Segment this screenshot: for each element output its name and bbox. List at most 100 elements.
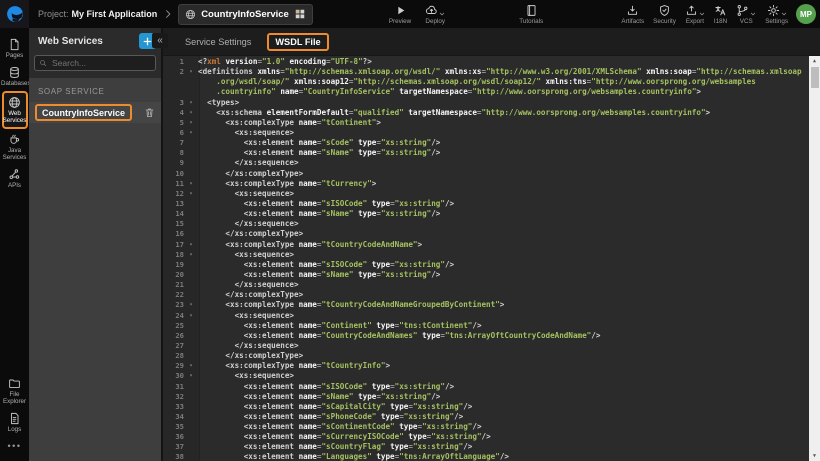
fold-spacer: [184, 442, 198, 452]
code-line: .countryinfo" name="CountryInfoService" …: [163, 87, 809, 97]
branch-icon: [736, 4, 749, 17]
fold-spacer: [184, 432, 198, 442]
topbar-action-security[interactable]: Security: [653, 3, 676, 25]
topbar-action-deploy[interactable]: Deploy: [425, 3, 445, 25]
panel-title: Web Services: [38, 36, 139, 47]
topbar-action-export[interactable]: Export: [685, 3, 705, 25]
wavemaker-logo-icon[interactable]: [0, 0, 29, 28]
topbar-action-settings[interactable]: Settings: [765, 3, 788, 25]
scroll-down-icon[interactable]: ▼: [809, 451, 820, 461]
service-list-item-countryinfoservice[interactable]: CountryInfoService: [29, 102, 161, 123]
service-tab-label: CountryInfoService: [201, 9, 289, 20]
line-number: 28: [163, 351, 184, 361]
file-text-icon: [8, 412, 21, 425]
fold-marker-icon[interactable]: ▾: [184, 118, 198, 128]
code-line: 19 <xs:element name="sISOCode" type="xs:…: [163, 260, 809, 270]
line-number: 26: [163, 331, 184, 341]
sidebar-item-web-services[interactable]: Web Services: [2, 91, 28, 128]
line-number: 17: [163, 240, 184, 250]
editor-tabbar: Service Settings WSDL File: [163, 28, 820, 56]
tab-service-settings[interactable]: Service Settings: [185, 37, 251, 47]
code-line: 23▾ <xs:complexType name="tCountryCodeAn…: [163, 300, 809, 310]
fold-spacer: [184, 148, 198, 158]
line-number: 29: [163, 361, 184, 371]
line-number: 9: [163, 158, 184, 168]
code-line: 34 <xs:element name="sPhoneCode" type="x…: [163, 412, 809, 422]
sidebar: PagesDatabasesWeb ServicesJava ServicesA…: [0, 28, 29, 461]
fold-marker-icon[interactable]: ▾: [184, 67, 198, 77]
topbar-action-vcs[interactable]: VCS: [736, 3, 756, 25]
code-line: 7 <xs:element name="sCode" type="xs:stri…: [163, 138, 809, 148]
service-search[interactable]: [34, 55, 156, 71]
fold-marker-icon[interactable]: ▾: [184, 311, 198, 321]
grid-icon[interactable]: [294, 8, 306, 20]
fold-spacer: [184, 158, 198, 168]
topbar-action-preview[interactable]: Preview: [389, 3, 411, 25]
fold-marker-icon[interactable]: ▾: [184, 300, 198, 310]
line-number: 33: [163, 402, 184, 412]
translate-icon: [714, 4, 727, 17]
wsdl-code-editor[interactable]: 1<?xml version="1.0" encoding="UTF-8"?> 2…: [163, 56, 820, 461]
code-line: 1<?xml version="1.0" encoding="UTF-8"?>: [163, 57, 809, 67]
fold-spacer: [184, 392, 198, 402]
caret-down-icon: [750, 11, 756, 17]
line-number: 4: [163, 108, 184, 118]
fold-marker-icon[interactable]: ▾: [184, 250, 198, 260]
code-line: 10 </xs:complexType>: [163, 169, 809, 179]
line-number: 18: [163, 250, 184, 260]
scrollbar-thumb[interactable]: [811, 67, 819, 88]
code-line: .org/wsdl/soap/" xmlns:soap12="http://sc…: [163, 77, 809, 87]
panel-header: Web Services: [29, 28, 161, 78]
sidebar-item-file-explorer[interactable]: File Explorer: [1, 374, 28, 407]
sidebar-item-databases[interactable]: Databases: [1, 63, 28, 89]
topbar-action-tutorials[interactable]: Tutorials: [519, 3, 543, 25]
fold-marker-icon[interactable]: ▾: [184, 179, 198, 189]
code-line: 33 <xs:element name="sCapitalCity" type=…: [163, 402, 809, 412]
fold-spacer: [184, 290, 198, 300]
code-line: 14 <xs:element name="sName" type="xs:str…: [163, 209, 809, 219]
scroll-up-icon[interactable]: ▲: [809, 56, 820, 66]
line-number: 31: [163, 382, 184, 392]
line-number: 23: [163, 300, 184, 310]
sidebar-item-apis[interactable]: APIs: [1, 165, 28, 191]
line-number: 22: [163, 290, 184, 300]
topbar-actions-left: Preview Deploy Tutorials: [389, 3, 543, 25]
fold-marker-icon[interactable]: ▾: [184, 371, 198, 381]
sidebar-item-pages[interactable]: Pages: [1, 35, 28, 61]
sidebar-item-java-services[interactable]: Java Services: [1, 130, 28, 163]
search-input[interactable]: [50, 57, 144, 69]
editor-scrollbar[interactable]: ▲ ▼: [809, 56, 820, 461]
code-line: 27 </xs:sequence>: [163, 341, 809, 351]
fold-marker-icon[interactable]: ▾: [184, 189, 198, 199]
fold-spacer: [184, 321, 198, 331]
topbar-action-i18n[interactable]: I18N: [714, 3, 727, 25]
line-number: 13: [163, 199, 184, 209]
tab-wsdl-file[interactable]: WSDL File: [267, 33, 328, 51]
service-tab[interactable]: CountryInfoService: [178, 4, 313, 25]
code-line: 29▾ <xs:complexType name="tCountryInfo">: [163, 361, 809, 371]
code-line: 28 </xs:complexType>: [163, 351, 809, 361]
code-line: 18▾ <xs:sequence>: [163, 250, 809, 260]
trash-icon[interactable]: [144, 107, 155, 118]
book-icon: [525, 4, 538, 17]
fold-marker-icon[interactable]: ▾: [184, 98, 198, 108]
fold-spacer: [184, 87, 198, 97]
line-number: 12: [163, 189, 184, 199]
code-line: 36 <xs:element name="sCurrencyISOCode" t…: [163, 432, 809, 442]
fold-marker-icon[interactable]: ▾: [184, 240, 198, 250]
sidebar-item-logs[interactable]: Logs: [1, 409, 28, 435]
panel-collapse-button[interactable]: «: [152, 33, 168, 48]
api-icon: [8, 168, 21, 181]
fold-spacer: [184, 402, 198, 412]
fold-marker-icon[interactable]: ▾: [184, 361, 198, 371]
user-avatar[interactable]: MP: [796, 4, 816, 24]
web-services-panel: Web Services SOAP SERVICE CountryInfoSer…: [29, 28, 163, 461]
fold-marker-icon[interactable]: ▾: [184, 108, 198, 118]
code-line: 12▾ <xs:sequence>: [163, 189, 809, 199]
topbar-action-artifacts[interactable]: Artifacts: [621, 3, 644, 25]
main-content: Service Settings WSDL File 1<?xml version…: [163, 28, 820, 461]
sidebar-more-button[interactable]: •••: [8, 441, 22, 451]
fold-spacer: [184, 351, 198, 361]
fold-marker-icon[interactable]: ▾: [184, 128, 198, 138]
code-line: 16 </xs:complexType>: [163, 229, 809, 239]
